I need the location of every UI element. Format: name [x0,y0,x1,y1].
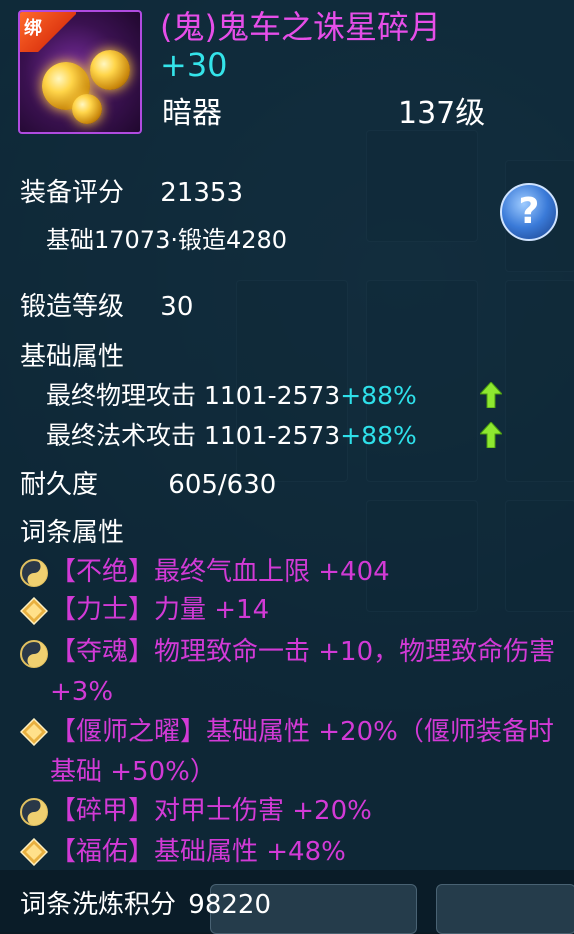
background-button [436,884,574,934]
affix-item: 【不绝】最终气血上限 +404 [50,557,390,587]
up-arrow-icon [480,422,502,448]
refine-row: 词条洗炼积分 98220 [20,884,271,921]
up-arrow-icon [480,382,502,408]
orb-icon [72,94,102,124]
forge-value: 30 [160,292,194,322]
base-attr-bonus: +88% [340,421,417,450]
yinyang-icon [20,640,48,668]
durability-value: 605/630 [168,470,277,500]
item-type: 暗器 [162,96,222,131]
base-attr-name: 最终物理攻击 1101-2573 [46,381,341,410]
refine-label: 词条洗炼积分 [20,890,177,920]
item-level: 137级 [398,96,486,131]
item-name: (鬼)鬼车之诛星碎月 [160,8,441,46]
affix-item: 【夺魂】物理致命一击 +10，物理致命伤害 +3% [50,637,556,707]
affix-item: 【偃师之曜】基础属性 +20%（偃师装备时基础 +50%） [50,717,554,787]
affix-item: 【碎甲】对甲士伤害 +20% [50,796,372,826]
item-enhance: +30 [160,46,228,84]
item-icon: 绑 [18,10,142,134]
durability-row: 耐久度 605/630 [20,464,276,501]
orb-icon [90,50,130,90]
item-title: (鬼)鬼车之诛星碎月 +30 [160,8,480,84]
base-attr-row: 最终物理攻击 1101-2573+88% [46,376,417,412]
base-attr-row: 最终法术攻击 1101-2573+88% [46,416,417,452]
yinyang-icon [20,798,48,826]
base-attr-name: 最终法术攻击 1101-2573 [46,421,341,450]
diamond-icon [20,718,48,746]
help-button[interactable]: ? [500,183,558,241]
item-tooltip-panel: 绑 (鬼)鬼车之诛星碎月 +30 暗器 137级 装备评分 21353 基础17… [0,0,574,934]
affix-item: 【力士】力量 +14 [50,595,270,625]
forge-row: 锻造等级 30 [20,286,193,323]
durability-label: 耐久度 [20,470,99,500]
refine-value: 98220 [188,890,271,920]
score-row: 装备评分 21353 [20,172,243,209]
diamond-icon [20,838,48,866]
diamond-icon [20,597,48,625]
bind-label: 绑 [24,18,42,39]
affixes-label: 词条属性 [20,518,125,548]
score-label: 装备评分 [20,178,125,208]
yinyang-icon [20,559,48,587]
forge-label: 锻造等级 [20,292,125,322]
affix-item: 【福佑】基础属性 +48% [50,837,346,867]
base-attr-bonus: +88% [340,381,417,410]
score-value: 21353 [160,178,243,208]
base-attrs-label: 基础属性 [20,342,125,372]
score-breakdown: 基础17073·锻造4280 [46,226,288,254]
